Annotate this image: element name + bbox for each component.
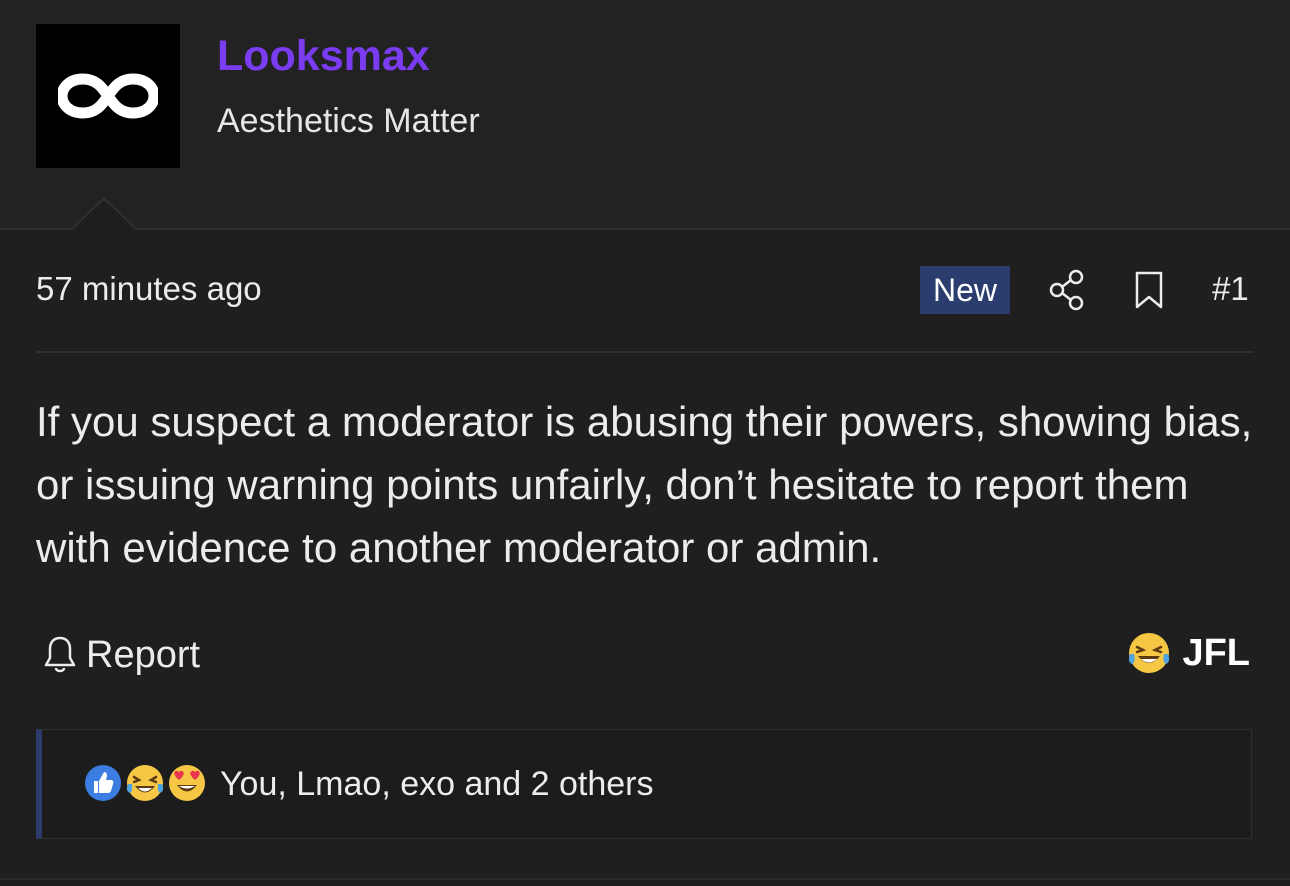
user-avatar[interactable] [36, 24, 180, 168]
post-number-link[interactable]: #1 [1212, 270, 1249, 308]
share-icon[interactable] [1048, 268, 1088, 312]
laughing-crying-icon [124, 762, 166, 804]
heart-eyes-icon [166, 762, 208, 804]
post-timestamp[interactable]: 57 minutes ago [36, 270, 262, 308]
header-pointer-arrow [72, 196, 136, 230]
new-badge: New [920, 266, 1010, 314]
bookmark-icon[interactable] [1132, 270, 1166, 310]
user-title: Aesthetics Matter [217, 102, 480, 140]
post-message: If you suspect a moderator is abusing th… [36, 398, 1253, 571]
report-label: Report [86, 633, 201, 676]
report-button[interactable]: Report [42, 632, 200, 678]
reaction-label: JFL [1182, 631, 1250, 674]
like-icon [82, 762, 124, 804]
bell-icon [44, 636, 76, 673]
reaction-summary[interactable]: You, Lmao, exo and 2 others [220, 765, 654, 804]
bottom-divider [0, 878, 1290, 880]
meta-divider [36, 351, 1254, 353]
infinity-logo-icon [58, 73, 158, 119]
reaction-icons [80, 760, 210, 808]
reactions-bar[interactable]: You, Lmao, exo and 2 others [36, 729, 1252, 839]
username-link[interactable]: Looksmax [217, 32, 430, 81]
post-header: Looksmax Aesthetics Matter [0, 0, 1290, 229]
reaction-button[interactable]: JFL [1126, 628, 1250, 678]
laughing-crying-icon [1129, 633, 1170, 673]
